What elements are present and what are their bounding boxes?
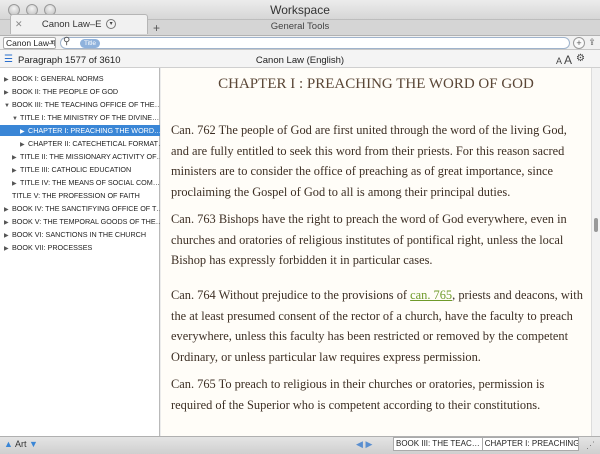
disclosure-icon[interactable]: ▶ — [4, 88, 12, 97]
font-larger-icon[interactable]: A — [564, 53, 572, 67]
disclosure-icon[interactable]: ▶ — [4, 218, 12, 227]
font-smaller-icon[interactable]: A — [556, 56, 562, 66]
tab-label: Canon Law–E — [41, 19, 102, 30]
toc-item-chapter-2[interactable]: ▶ CHAPTER II: CATECHETICAL FORMAT… — [0, 138, 160, 149]
resize-handle-icon[interactable]: ⋰ — [586, 440, 595, 451]
canon-763: Can. 763 Bishops have the right to preac… — [171, 212, 567, 267]
paragraph-position: Paragraph 1577 of 3610 — [18, 55, 121, 66]
gear-icon[interactable]: ⚙ — [576, 53, 585, 64]
toc-item-title-1[interactable]: ▼ TITLE I: THE MINISTRY OF THE DIVINE… — [0, 112, 160, 123]
disclosure-icon[interactable]: ▶ — [4, 75, 12, 84]
canon-765-link[interactable]: can. 765 — [410, 288, 452, 302]
disclosure-icon[interactable]: ▼ — [4, 101, 12, 110]
scroll-thumb[interactable] — [594, 218, 598, 232]
toc-item-book-2[interactable]: ▶ BOOK II: THE PEOPLE OF GOD — [0, 86, 160, 97]
share-icon[interactable]: ⇪ — [586, 37, 598, 49]
chevron-down-icon: ▾ — [50, 39, 54, 46]
arrow-down-icon[interactable]: ▼ — [29, 439, 38, 449]
search-token[interactable]: Title — [80, 39, 101, 48]
tab-menu-icon[interactable]: ▾ — [106, 19, 117, 30]
history-navigation: ◀ ▶ — [356, 439, 372, 450]
breadcrumb-item[interactable]: BOOK III: THE TEAC… — [394, 438, 482, 450]
list-icon[interactable]: ☰ — [4, 54, 13, 65]
disclosure-icon[interactable]: ▶ — [20, 140, 28, 149]
toc-item-book-5[interactable]: ▶ BOOK V: THE TEMPORAL GOODS OF THE… — [0, 216, 160, 227]
content-scrollbar[interactable] — [591, 68, 600, 436]
breadcrumb-item[interactable]: CHAPTER I: PREACHING THE… — [481, 438, 578, 450]
font-size-control[interactable]: A A — [556, 53, 572, 67]
canon-765: Can. 765 To preach to religious in their… — [171, 377, 545, 412]
art-label: Art — [14, 439, 27, 449]
toc-item-title-5[interactable]: TITLE V: THE PROFESSION OF FAITH — [0, 190, 160, 201]
back-icon[interactable]: ◀ — [356, 439, 363, 449]
disclosure-icon[interactable]: ▶ — [12, 179, 20, 188]
search-icon: ⚲ — [63, 36, 71, 47]
disclosure-icon[interactable]: ▼ — [12, 114, 20, 123]
toc-item-book-6[interactable]: ▶ BOOK VI: SANCTIONS IN THE CHURCH — [0, 229, 160, 240]
chapter-title: CHAPTER I : PREACHING THE WORD OF GOD — [218, 76, 534, 92]
toc-item-title-3[interactable]: ▶ TITLE III: CATHOLIC EDUCATION — [0, 164, 160, 175]
close-tab-icon[interactable]: ✕ — [15, 19, 23, 30]
disclosure-icon[interactable]: ▶ — [12, 166, 20, 175]
toc-item-chapter-1[interactable]: ▶ CHAPTER I: PREACHING THE WORD… — [0, 125, 160, 136]
add-tab-button[interactable]: + — [153, 21, 160, 35]
toc-item-title-4[interactable]: ▶ TITLE IV: THE MEANS OF SOCIAL COM… — [0, 177, 160, 188]
canon-764: Can. 764 Without prejudice to the provis… — [171, 288, 583, 364]
toc-item-book-7[interactable]: ▶ BOOK VII: PROCESSES — [0, 242, 160, 253]
toc-item-book-4[interactable]: ▶ BOOK IV: THE SANCTIFYING OFFICE OF T… — [0, 203, 160, 214]
art-control[interactable]: ▲ Art ▼ — [4, 439, 38, 449]
disclosure-icon[interactable]: ▶ — [12, 153, 20, 162]
breadcrumb: BOOK III: THE TEAC… CHAPTER I: PREACHING … — [393, 437, 579, 451]
disclosure-icon[interactable]: ▶ — [4, 244, 12, 253]
toc-item-book-1[interactable]: ▶ BOOK I: GENERAL NORMS — [0, 73, 160, 84]
tab-canon-law[interactable]: ✕ Canon Law–E ▾ — [10, 14, 148, 34]
table-of-contents: ▶ BOOK I: GENERAL NORMS ▶ BOOK II: THE PEO… — [0, 68, 160, 436]
reading-pane: CHAPTER I : PREACHING THE WORD OF GOD Ca… — [161, 68, 591, 436]
resource-select-value: Canon Law–E — [6, 38, 56, 48]
resource-select[interactable]: Canon Law–E ▾ — [3, 37, 56, 49]
toc-item-title-2[interactable]: ▶ TITLE II: THE MISSIONARY ACTIVITY OF… — [0, 151, 160, 162]
forward-icon[interactable]: ▶ — [365, 439, 372, 449]
arrow-up-icon[interactable]: ▲ — [4, 439, 13, 449]
canon-762: Can. 762 The people of God are first uni… — [171, 123, 567, 199]
disclosure-icon[interactable]: ▶ — [20, 127, 28, 136]
toc-item-book-3[interactable]: ▼ BOOK III: THE TEACHING OFFICE OF THE… — [0, 99, 160, 110]
disclosure-icon[interactable]: ▶ — [4, 205, 12, 214]
disclosure-icon[interactable]: ▶ — [4, 231, 12, 240]
add-icon[interactable]: + — [573, 37, 585, 49]
search-input[interactable]: ⚲ Title — [60, 36, 570, 49]
